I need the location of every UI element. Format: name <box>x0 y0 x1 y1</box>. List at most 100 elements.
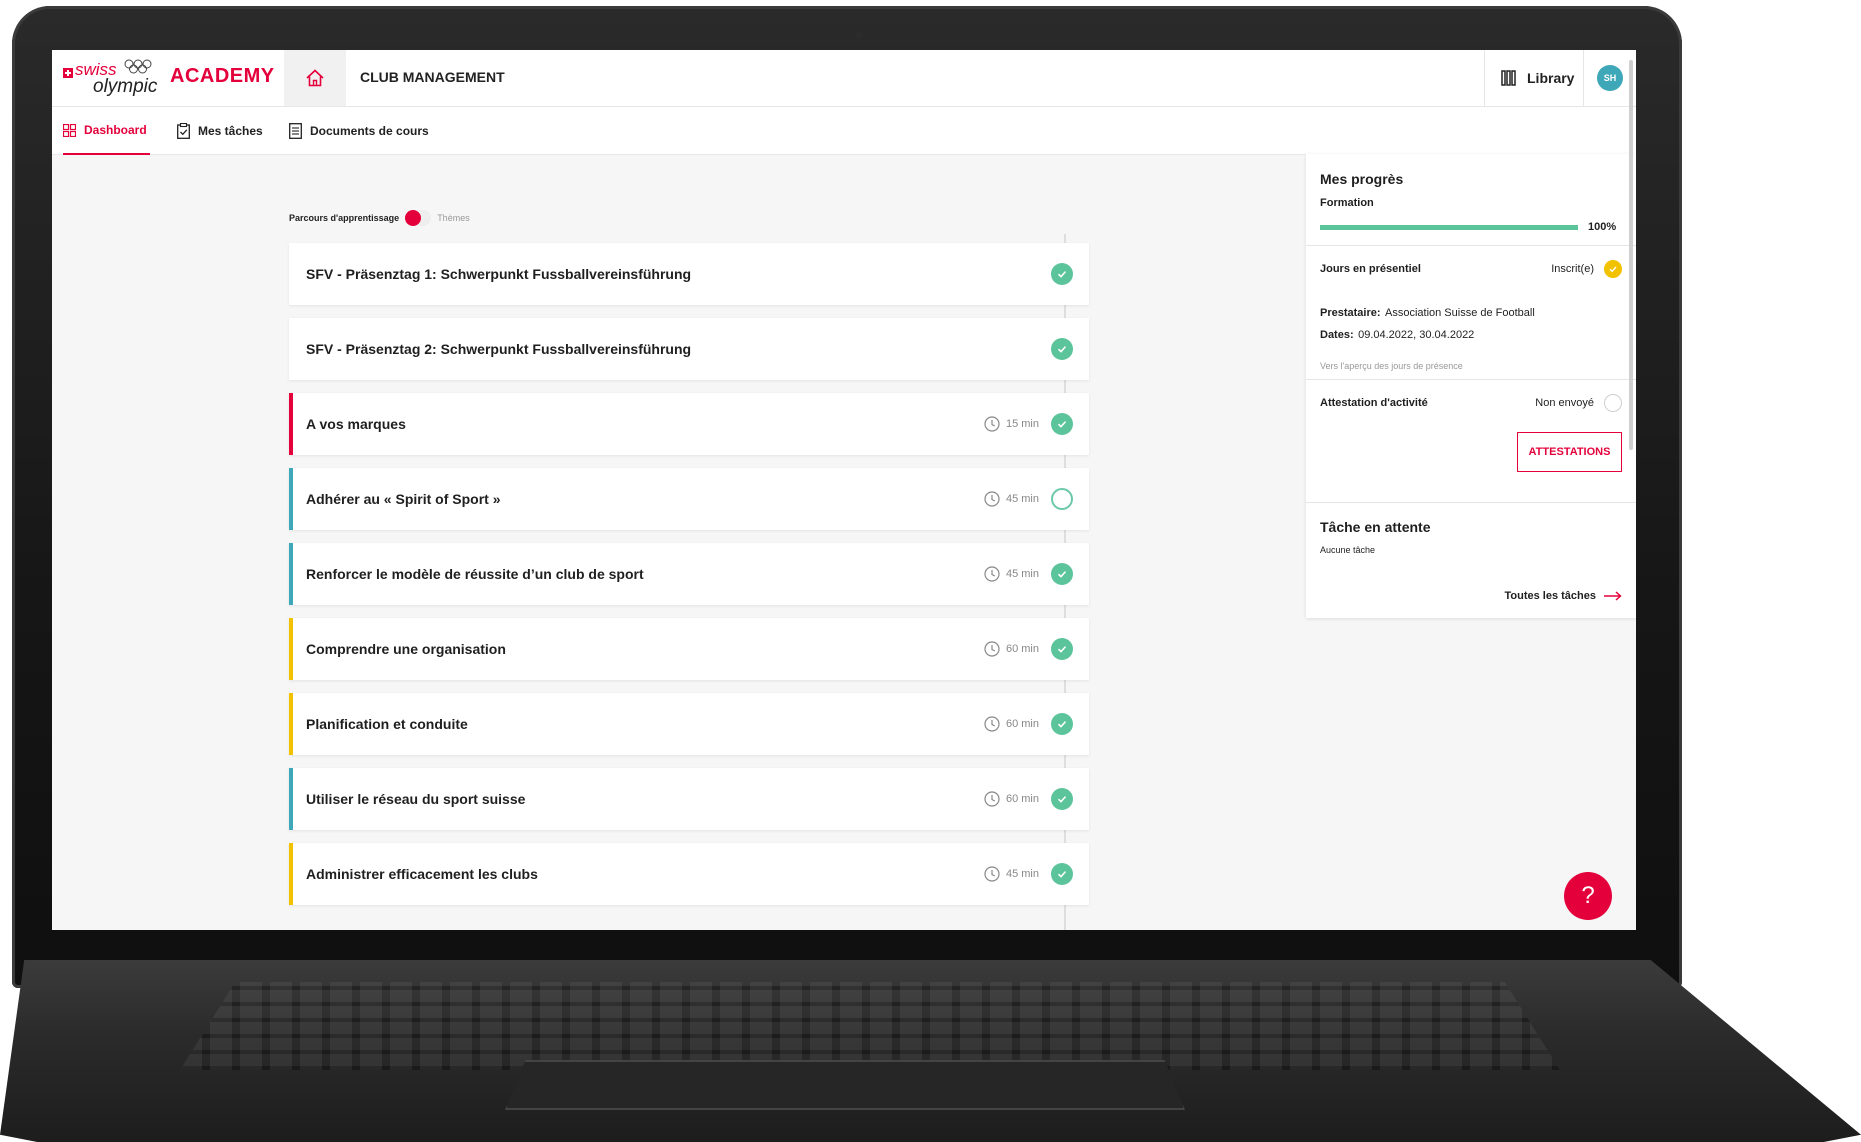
course-card[interactable]: Comprendre une organisation 60 min <box>289 618 1089 680</box>
progress-label: Formation <box>1320 197 1374 209</box>
progress-percent: 100% <box>1588 221 1617 233</box>
course-title: Utiliser le réseau du sport suisse <box>306 791 526 807</box>
library-button[interactable]: Library <box>1484 50 1584 106</box>
dates-label: Dates: <box>1320 329 1354 341</box>
completed-check-icon <box>1051 338 1073 360</box>
webcam <box>855 31 863 39</box>
clipboard-check-icon <box>177 123 190 139</box>
course-card[interactable]: Utiliser le réseau du sport suisse 60 min <box>289 768 1089 830</box>
course-card[interactable]: Renforcer le modèle de réussite d’un clu… <box>289 543 1089 605</box>
course-duration: 45 min <box>984 866 1039 882</box>
presence-overview-link[interactable]: Vers l'aperçu des jours de présence <box>1320 361 1622 371</box>
scrollbar[interactable] <box>1629 60 1633 450</box>
course-card[interactable]: SFV - Präsenztag 1: Schwerpunkt Fussball… <box>289 243 1089 305</box>
progress-bar-fill <box>1320 224 1578 230</box>
toggle-switch[interactable] <box>405 210 432 226</box>
course-accent-bar <box>289 468 293 530</box>
presence-title: Jours en présentiel <box>1320 263 1421 275</box>
attestation-section: Attestation d'activité Non envoyé ATTEST… <box>1306 380 1636 503</box>
tab-dashboard-label: Dashboard <box>84 123 147 137</box>
course-title: Comprendre une organisation <box>306 641 506 657</box>
course-duration-text: 60 min <box>1005 643 1039 655</box>
presence-row: Jours en présentiel Inscrit(e) <box>1320 260 1622 278</box>
course-duration: 45 min <box>984 491 1039 507</box>
toggle-label-themes[interactable]: Thèmes <box>437 213 470 223</box>
clock-icon <box>984 491 1000 507</box>
tab-dashboard[interactable]: Dashboard <box>63 107 150 155</box>
logo-olympic: olympic <box>93 76 158 97</box>
completed-check-icon <box>1051 413 1073 435</box>
course-duration-text: 15 min <box>1005 418 1039 430</box>
not-sent-circle-icon <box>1604 394 1622 412</box>
attestation-status: Non envoyé <box>1535 394 1622 412</box>
course-card[interactable]: Adhérer au « Spirit of Sport » 45 min <box>289 468 1089 530</box>
library-icon <box>1501 70 1516 86</box>
completed-check-icon <box>1051 788 1073 810</box>
toggle-knob <box>405 210 422 226</box>
course-card[interactable]: SFV - Präsenztag 2: Schwerpunkt Fussball… <box>289 318 1089 380</box>
in-progress-circle-icon <box>1051 488 1073 510</box>
progress-bar <box>1320 224 1578 230</box>
tab-documents-label: Documents de cours <box>310 124 429 138</box>
progress-row: 100% <box>1320 221 1622 233</box>
completed-check-icon <box>1051 863 1073 885</box>
nav-bar: Dashboard Mes tâches Documents de cours <box>52 107 1636 155</box>
swiss-flag-icon <box>63 68 73 78</box>
clock-icon <box>984 416 1000 432</box>
progress-section: Mes progrès Formation 100% <box>1306 154 1636 246</box>
attestation-row: Attestation d'activité Non envoyé <box>1320 394 1622 412</box>
attestations-button[interactable]: ATTESTATIONS <box>1517 432 1622 472</box>
course-card[interactable]: Planification et conduite 60 min <box>289 693 1089 755</box>
side-panel: Mes progrès Formation 100% Jours en prés… <box>1306 154 1636 618</box>
user-avatar[interactable]: SH <box>1597 65 1623 91</box>
library-label: Library <box>1527 70 1575 86</box>
completed-check-icon <box>1051 563 1073 585</box>
course-title: SFV - Präsenztag 1: Schwerpunkt Fussball… <box>306 266 692 282</box>
course-duration: 15 min <box>984 416 1039 432</box>
trackpad <box>505 1060 1185 1110</box>
academy-wordmark: ACADEMY <box>170 65 275 87</box>
completed-check-icon <box>1051 638 1073 660</box>
view-toggle: Parcours d'apprentissage Thèmes <box>289 210 470 226</box>
tab-mes-taches[interactable]: Mes tâches <box>177 107 263 155</box>
laptop-base <box>0 960 1861 1142</box>
presence-status: Inscrit(e) <box>1551 260 1622 278</box>
home-button[interactable] <box>284 50 346 106</box>
course-accent-bar <box>289 768 293 830</box>
course-accent-bar <box>289 543 293 605</box>
provider-value: Association Suisse de Football <box>1385 307 1535 319</box>
course-title: Adhérer au « Spirit of Sport » <box>306 491 501 507</box>
course-card[interactable]: Administrer efficacement les clubs 45 min <box>289 843 1089 905</box>
course-duration-text: 45 min <box>1005 568 1039 580</box>
tab-documents-de-cours[interactable]: Documents de cours <box>289 107 429 155</box>
clock-icon <box>984 641 1000 657</box>
course-title: SFV - Präsenztag 2: Schwerpunkt Fussball… <box>306 341 692 357</box>
document-icon <box>289 123 302 139</box>
course-card[interactable]: A vos marques 15 min <box>289 393 1089 455</box>
top-bar: swiss olympic ACADEMY CLUB MANAGEMENT Li… <box>52 50 1636 107</box>
help-button[interactable]: ? <box>1564 872 1612 920</box>
clock-icon <box>984 566 1000 582</box>
toggle-label-parcours[interactable]: Parcours d'apprentissage <box>289 213 399 223</box>
course-title: Planification et conduite <box>306 716 468 732</box>
tab-mes-taches-label: Mes tâches <box>198 124 263 138</box>
attestation-title: Attestation d'activité <box>1320 397 1428 409</box>
course-title: Administrer efficacement les clubs <box>306 866 538 882</box>
provider-label: Prestataire: <box>1320 307 1381 319</box>
course-duration: 45 min <box>984 566 1039 582</box>
completed-check-icon <box>1051 713 1073 735</box>
attestation-status-text: Non envoyé <box>1535 397 1594 409</box>
presence-status-text: Inscrit(e) <box>1551 263 1594 275</box>
course-duration-text: 60 min <box>1005 718 1039 730</box>
tasks-empty: Aucune tâche <box>1320 545 1376 555</box>
clock-icon <box>984 791 1000 807</box>
course-list: SFV - Präsenztag 1: Schwerpunkt Fussball… <box>289 243 1089 918</box>
all-tasks-label: Toutes les tâches <box>1504 590 1597 602</box>
grid-icon <box>63 123 76 137</box>
tasks-title: Tâche en attente <box>1320 519 1431 535</box>
course-accent-bar <box>289 618 293 680</box>
course-accent-bar <box>289 693 293 755</box>
all-tasks-link[interactable]: Toutes les tâches <box>1320 590 1622 602</box>
completed-check-icon <box>1051 263 1073 285</box>
arrow-right-icon <box>1604 591 1622 601</box>
